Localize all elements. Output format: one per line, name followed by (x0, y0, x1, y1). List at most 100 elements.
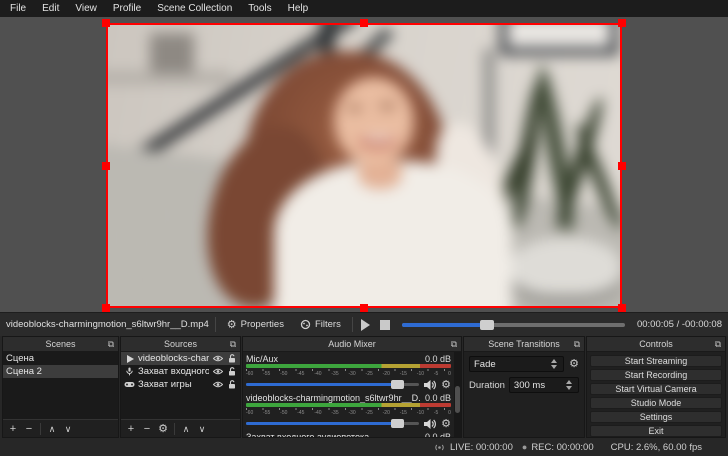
seek-handle[interactable] (480, 320, 494, 330)
resize-handle-top-right[interactable] (618, 19, 626, 27)
menu-item[interactable]: Help (280, 1, 317, 16)
scene-item-selected[interactable]: Сцена 2 (3, 365, 118, 378)
duration-spinbox[interactable]: 300 ms (509, 377, 579, 393)
video-frame (106, 23, 622, 308)
preview-canvas[interactable] (0, 17, 728, 312)
audio-mixer-title: Audio Mixer (257, 339, 447, 349)
scene-transitions-panel: Scene Transitions ⧉ Fade ⚙ Duration (463, 336, 585, 438)
menu-bar: FileEditViewProfileScene CollectionTools… (0, 0, 728, 17)
control-button[interactable]: Settings (590, 411, 722, 423)
visibility-eye-icon[interactable] (212, 355, 223, 362)
scenes-title: Scenes (17, 339, 104, 349)
stop-button[interactable] (380, 320, 390, 330)
control-button[interactable]: Exit (590, 425, 722, 437)
controls-title: Controls (601, 339, 711, 349)
spinbox-arrows-icon[interactable] (564, 380, 574, 390)
speaker-icon[interactable] (424, 419, 436, 429)
control-button[interactable]: Start Recording (590, 369, 722, 381)
control-button[interactable]: Studio Mode (590, 397, 722, 409)
channel-db: 0.0 dB (421, 432, 451, 438)
control-button[interactable]: Start Virtual Camera (590, 383, 722, 395)
filters-button[interactable]: Filters (295, 317, 346, 332)
add-scene-button[interactable]: + (6, 422, 20, 436)
scene-item[interactable]: Сцена (3, 352, 118, 365)
channel-db: 0.0 dB (421, 354, 451, 364)
media-seek-slider[interactable] (402, 323, 625, 327)
remove-source-button[interactable]: − (140, 422, 154, 436)
filters-icon (300, 319, 311, 330)
channel-settings-gear-icon[interactable]: ⚙ (441, 380, 451, 390)
move-source-up-button[interactable]: ∧ (179, 422, 193, 436)
microphone-icon (124, 367, 135, 376)
source-item[interactable]: Захват входного ауд (121, 365, 240, 378)
mixer-channel: Mic/Aux 0.0 dB -60-55-50-45-40-35-30-25-… (246, 353, 451, 392)
channel-name: videoblocks-charmingmotion_s6ltwr9hr__D.… (246, 393, 421, 403)
media-play-icon (124, 355, 135, 363)
duration-label: Duration (469, 380, 505, 391)
menu-item[interactable]: File (2, 1, 34, 16)
sources-panel: Sources ⧉ videoblocks-charmingm (120, 336, 241, 438)
menu-item[interactable]: View (67, 1, 105, 16)
move-scene-up-button[interactable]: ∧ (45, 422, 59, 436)
status-bar: LIVE: 00:00:00 ● REC: 00:00:00 CPU: 2.6%… (0, 438, 728, 456)
visibility-eye-icon[interactable] (212, 381, 223, 388)
scene-transitions-title: Scene Transitions (478, 339, 570, 349)
source-item-selected[interactable]: videoblocks-charmingm (121, 352, 240, 365)
resize-handle-bottom-right[interactable] (618, 304, 626, 312)
properties-button[interactable]: ⚙ Properties (222, 317, 289, 332)
transition-select[interactable]: Fade (469, 356, 564, 372)
menu-item[interactable]: Tools (240, 1, 279, 16)
sources-title: Sources (135, 339, 226, 349)
blurred-shelf (106, 71, 232, 85)
volume-slider-handle[interactable] (391, 380, 404, 389)
menu-item[interactable]: Profile (105, 1, 149, 16)
volume-slider-handle[interactable] (391, 419, 404, 428)
broadcast-icon (433, 443, 446, 452)
popout-icon[interactable]: ⧉ (104, 339, 118, 350)
resize-handle-bottom-center[interactable] (360, 304, 368, 312)
add-source-button[interactable]: + (124, 422, 138, 436)
volume-slider[interactable] (246, 383, 419, 386)
popout-icon[interactable]: ⧉ (570, 339, 584, 350)
popout-icon[interactable]: ⧉ (226, 339, 240, 350)
popout-icon[interactable]: ⧉ (711, 339, 725, 350)
cpu-fps-stats: CPU: 2.6%, 60.00 fps (611, 442, 702, 453)
mixer-scrollbar[interactable] (454, 352, 461, 437)
live-time: LIVE: 00:00:00 (450, 442, 513, 453)
volume-meter (246, 364, 451, 368)
channel-settings-gear-icon[interactable]: ⚙ (441, 419, 451, 429)
audio-mixer-panel: Audio Mixer ⧉ Mic/Aux 0.0 dB -60-55-50-4… (242, 336, 462, 438)
video-source-preview[interactable] (106, 23, 622, 308)
channel-db: 0.0 dB (421, 393, 451, 403)
channel-name: Захват входного аудиопотока (246, 432, 369, 438)
move-source-down-button[interactable]: ∨ (195, 422, 209, 436)
move-scene-down-button[interactable]: ∨ (61, 422, 75, 436)
transition-settings-gear-icon[interactable]: ⚙ (569, 359, 579, 369)
resize-handle-top-left[interactable] (102, 19, 110, 27)
resize-handle-mid-left[interactable] (102, 162, 110, 170)
menu-item[interactable]: Edit (34, 1, 67, 16)
channel-name: Mic/Aux (246, 354, 278, 364)
menu-item[interactable]: Scene Collection (149, 1, 240, 16)
blurred-plant-pot (510, 237, 622, 295)
lock-icon[interactable] (226, 380, 237, 389)
source-properties-gear-icon[interactable]: ⚙ (156, 422, 170, 436)
rec-time: REC: 00:00:00 (531, 442, 593, 453)
media-controls-toolbar: videoblocks-charmingmotion_s6ltwr9hr__D.… (0, 312, 728, 336)
resize-handle-top-center[interactable] (360, 19, 368, 27)
volume-slider[interactable] (246, 422, 419, 425)
lock-icon[interactable] (226, 367, 237, 376)
resize-handle-bottom-left[interactable] (102, 304, 110, 312)
source-item[interactable]: Захват игры (121, 378, 240, 391)
lock-icon[interactable] (226, 354, 237, 363)
sources-list: videoblocks-charmingm Захват входного ау… (121, 352, 240, 419)
speaker-icon[interactable] (424, 380, 436, 390)
control-button[interactable]: Start Streaming (590, 355, 722, 367)
resize-handle-mid-right[interactable] (618, 162, 626, 170)
record-dot-icon: ● (522, 442, 527, 452)
scrollbar-thumb[interactable] (455, 386, 460, 413)
popout-icon[interactable]: ⧉ (447, 339, 461, 350)
remove-scene-button[interactable]: − (22, 422, 36, 436)
visibility-eye-icon[interactable] (212, 368, 223, 375)
play-button[interactable] (361, 319, 370, 331)
